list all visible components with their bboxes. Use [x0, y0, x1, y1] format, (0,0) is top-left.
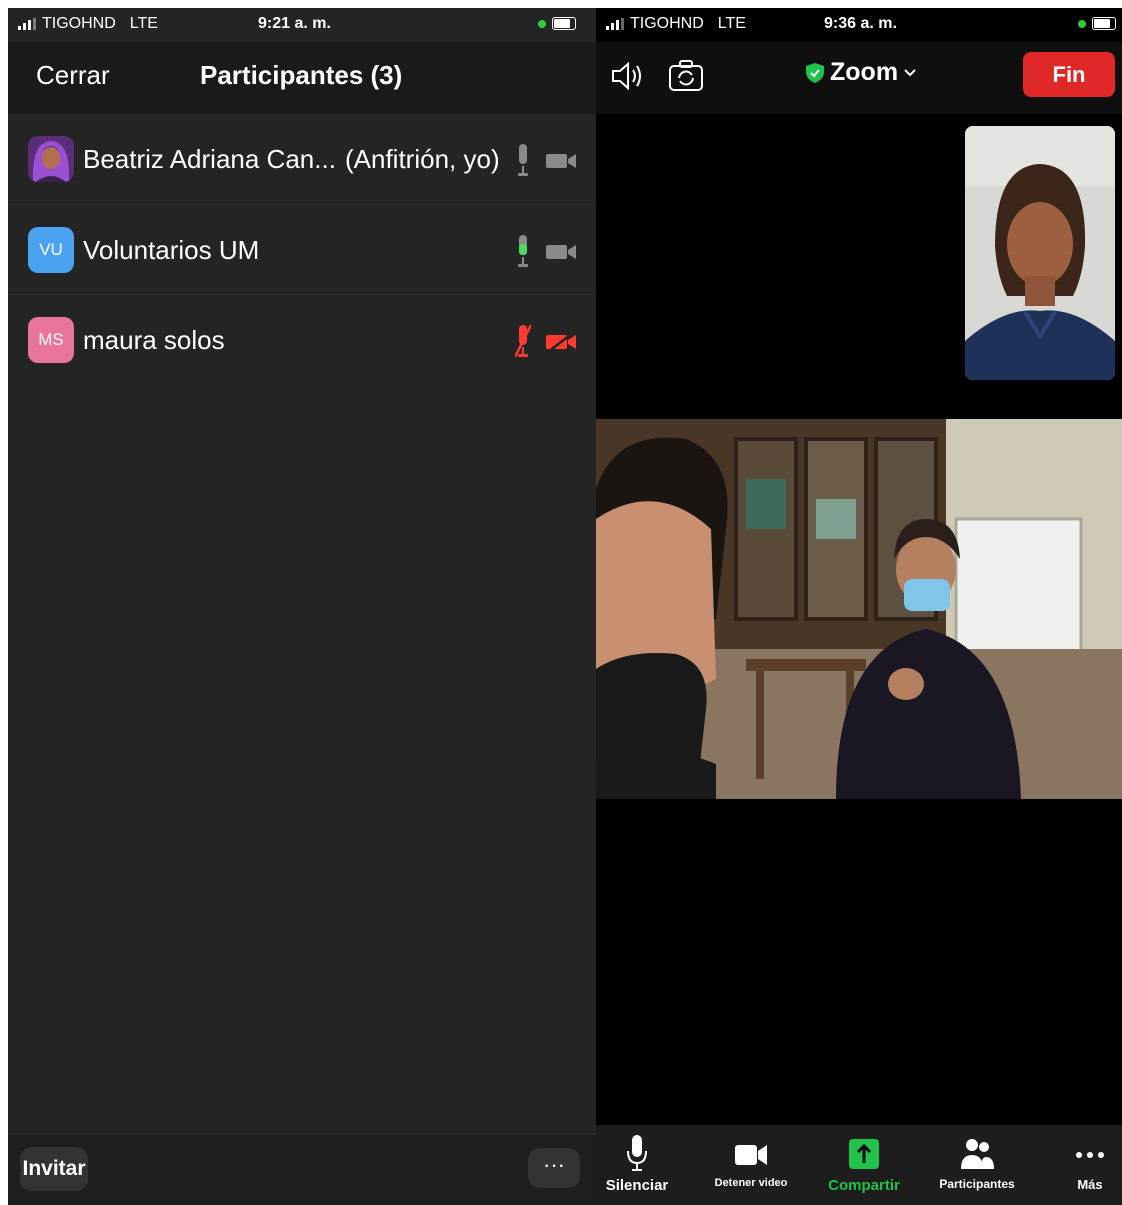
active-speaker-video[interactable] [596, 419, 1122, 799]
meeting-title: Zoom [830, 58, 899, 86]
participants-icon [961, 1139, 994, 1169]
signal-icon [606, 18, 624, 30]
meeting-toolbar: Silenciar Detener video Compartir Partic… [596, 1125, 1122, 1205]
video-off-icon [546, 331, 576, 353]
invite-button[interactable]: Invitar [20, 1147, 88, 1191]
participant-role: (Anfitrión, yo) [345, 144, 500, 174]
microphone-icon [518, 144, 528, 176]
microphone-muted-icon [515, 325, 531, 358]
carrier-label: TIGOHND [630, 15, 704, 32]
participant-row[interactable]: MS maura solos [8, 294, 596, 385]
meeting-info-button[interactable]: Zoom [806, 58, 916, 87]
meeting-screen: TIGOHND LTE 9:36 a. m. Zoom Fin Silencia… [596, 8, 1122, 1205]
host-avatar-photo [28, 136, 74, 182]
more-options-icon [1076, 1152, 1104, 1158]
microphone-icon [627, 1135, 647, 1171]
avatar [28, 136, 74, 182]
status-bar: TIGOHND LTE 9:36 a. m. [596, 8, 1122, 42]
meeting-topbar: Zoom Fin [596, 42, 1122, 114]
participants-button[interactable]: Participantes [922, 1133, 1032, 1191]
video-camera-icon [735, 1145, 767, 1165]
participants-screen: TIGOHND LTE 9:21 a. m. Cerrar Participan… [8, 8, 596, 1205]
more-label: Más [1077, 1177, 1103, 1192]
status-time: 9:21 a. m. [258, 15, 331, 32]
participant-row-host[interactable]: Beatriz Adriana Can... (Anfitrión, yo) [8, 114, 596, 204]
share-screen-icon [849, 1139, 879, 1169]
recording-dot-icon [538, 19, 546, 28]
mute-label: Silenciar [605, 1177, 669, 1194]
participant-name: Beatriz Adriana Can... [83, 144, 336, 174]
participants-header: Cerrar Participantes (3) [8, 42, 596, 114]
battery-icon [1092, 17, 1116, 30]
share-label: Compartir [828, 1177, 900, 1194]
participants-label: Participantes [939, 1177, 1015, 1191]
participant-row[interactable]: VU Voluntarios UM [8, 204, 596, 295]
self-video-thumbnail[interactable] [965, 126, 1115, 380]
participant-name: maura solos [83, 325, 225, 355]
status-bar: TIGOHND LTE 9:21 a. m. [8, 8, 596, 42]
avatar: VU [28, 227, 74, 273]
signal-icon [18, 18, 36, 30]
more-options-button[interactable]: ··· [528, 1148, 580, 1188]
shield-icon [806, 62, 824, 83]
switch-camera-icon[interactable] [668, 58, 704, 94]
stop-video-label: Detener video [714, 1177, 788, 1189]
network-label: LTE [717, 15, 746, 32]
end-meeting-button[interactable]: Fin [1023, 52, 1115, 97]
avatar: MS [28, 317, 74, 363]
page-title: Participantes (3) [200, 60, 403, 90]
chevron-down-icon [904, 68, 916, 76]
participant-video-feed [965, 126, 1115, 380]
close-button[interactable]: Cerrar [36, 60, 110, 91]
battery-icon [552, 17, 576, 30]
speaker-icon[interactable] [610, 60, 646, 92]
microphone-active-icon [518, 235, 528, 267]
stop-video-button[interactable]: Detener video [696, 1133, 806, 1189]
participants-footer: Invitar ··· [8, 1134, 596, 1205]
share-button[interactable]: Compartir [809, 1133, 919, 1194]
video-camera-icon [546, 245, 576, 259]
carrier-label: TIGOHND [42, 15, 116, 32]
participant-video-feed [596, 419, 1122, 799]
status-time: 9:36 a. m. [824, 15, 897, 32]
participant-name: Voluntarios UM [83, 235, 260, 265]
network-label: LTE [129, 15, 158, 32]
recording-dot-icon [1078, 19, 1086, 28]
mute-button[interactable]: Silenciar [596, 1133, 692, 1194]
video-camera-icon [546, 154, 576, 168]
more-button[interactable]: Más [1036, 1133, 1122, 1192]
